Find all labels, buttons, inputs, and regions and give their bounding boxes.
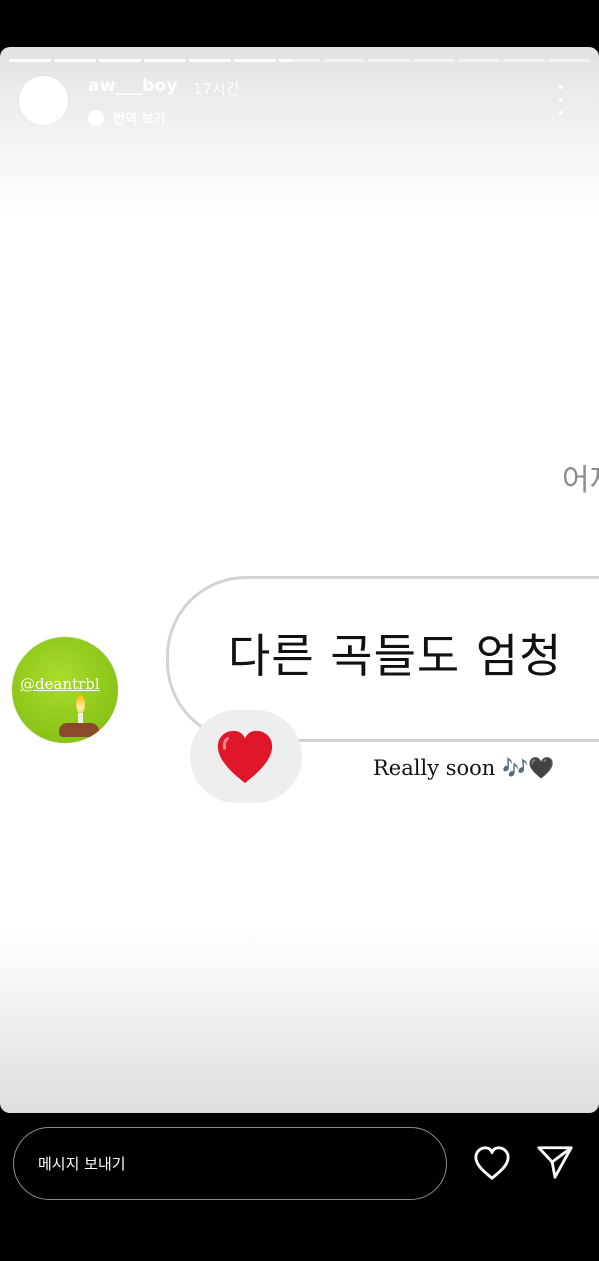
translate-label: 번역 보기 [113, 112, 166, 127]
more-dot-icon [559, 85, 563, 89]
story-progress-segment [278, 59, 321, 62]
story-progress-bar [9, 59, 590, 62]
story-progress-fill [98, 59, 141, 62]
story-progress-fill [188, 59, 231, 62]
mention-username[interactable]: @deantrbl [20, 675, 100, 693]
story-progress-fill [143, 59, 186, 62]
story-progress-segment [233, 59, 276, 62]
more-dot-icon [559, 111, 563, 115]
story-caption: Really soon 🎶🖤 [373, 756, 555, 780]
more-dot-icon [559, 98, 563, 102]
message-input[interactable]: 메시지 보내기 [13, 1127, 447, 1200]
candle-holder-icon [59, 723, 99, 737]
story-reply-bar: 메시지 보내기 [0, 1113, 599, 1261]
story-progress-segment [143, 59, 186, 62]
heart-reaction-badge [190, 710, 302, 803]
story-username[interactable]: aw___boy [88, 76, 178, 96]
translate-icon [88, 109, 104, 126]
paper-plane-icon[interactable] [536, 1143, 574, 1181]
story-progress-fill [53, 59, 96, 62]
story-time-ago: 17시간 [193, 80, 240, 98]
story-progress-fill [9, 59, 51, 62]
story-progress-segment [413, 59, 456, 62]
translate-button[interactable]: 번역 보기 [88, 108, 165, 127]
story-progress-fill [233, 59, 276, 62]
story-progress-segment [323, 59, 366, 62]
message-placeholder: 메시지 보내기 [38, 1155, 126, 1173]
red-heart-icon [217, 730, 273, 784]
story-progress-segment [188, 59, 231, 62]
story-progress-segment [548, 59, 590, 62]
story-progress-segment [9, 59, 51, 62]
story-progress-segment [368, 59, 411, 62]
story-progress-segment [53, 59, 96, 62]
clipped-chat-text: 어제 [562, 463, 599, 498]
story-viewer[interactable]: aw___boy 17시간 번역 보기 어제 @deantrbl 다른 곡들도 … [0, 47, 599, 1113]
more-options-button[interactable] [550, 85, 572, 115]
story-progress-segment [458, 59, 501, 62]
story-progress-segment [98, 59, 141, 62]
chat-bubble-text: 다른 곡들도 엄청 [228, 629, 563, 683]
mention-sticker[interactable]: @deantrbl [12, 637, 118, 743]
profile-avatar[interactable] [19, 76, 68, 125]
story-progress-fill [278, 59, 292, 62]
candle-flame-icon [76, 695, 85, 713]
heart-outline-icon[interactable] [473, 1145, 511, 1183]
story-progress-segment [503, 59, 546, 62]
